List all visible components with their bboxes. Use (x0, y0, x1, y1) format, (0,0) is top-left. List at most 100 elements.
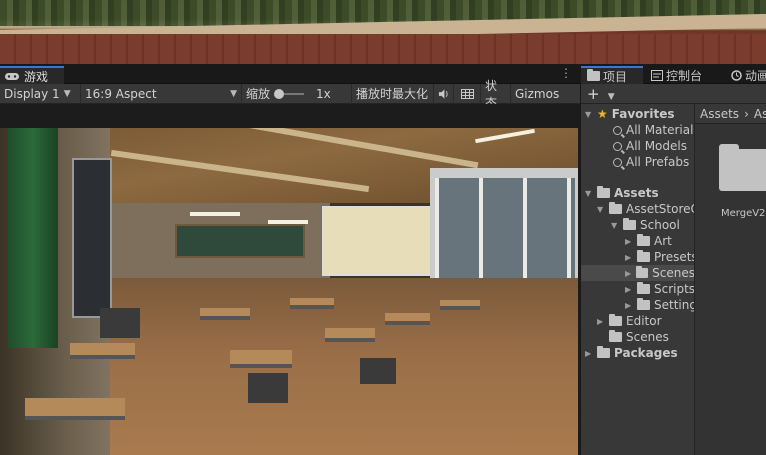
scale-slider[interactable] (274, 88, 305, 99)
tree-folder[interactable]: ▶ Art (625, 233, 672, 249)
render-chalkboard (175, 224, 305, 258)
expand-arrow-icon[interactable]: ▼ (597, 205, 605, 214)
scene-view-preview[interactable] (0, 0, 766, 64)
render-curtain (8, 128, 58, 348)
expand-arrow-icon[interactable]: ▶ (597, 317, 605, 326)
render-desk (385, 313, 430, 325)
tab-console[interactable]: 控制台 (651, 66, 729, 84)
chevron-down-icon: ▼ (63, 88, 71, 99)
folder-icon (609, 330, 622, 342)
expand-arrow-icon[interactable]: ▶ (625, 269, 632, 278)
tree-folder[interactable]: ▶ Scripts (625, 281, 695, 297)
plus-icon: + (587, 84, 600, 103)
tree-folder[interactable]: ▶ Presets (625, 249, 695, 265)
tree-assets-root[interactable]: ▼ Assets (585, 185, 659, 201)
packages-label: Packages (614, 346, 678, 360)
expand-arrow-icon[interactable]: ▼ (585, 110, 593, 119)
favorite-item-label: All Material (626, 123, 694, 137)
tab-animation[interactable]: 动画 (731, 66, 766, 84)
gizmos-label: Gizmos (515, 86, 560, 101)
expand-arrow-icon[interactable]: ▶ (625, 301, 633, 310)
folder-icon (637, 250, 650, 262)
aspect-select-value: 16:9 Aspect (85, 86, 157, 101)
add-asset-button[interactable]: + ▼ (587, 85, 615, 103)
aspect-select[interactable]: 16:9 Aspect ▼ (81, 83, 242, 104)
render-window-left (72, 158, 112, 318)
game-view-render[interactable] (0, 128, 578, 455)
tree-favorite-item[interactable]: All Prefabs (613, 154, 689, 170)
scale-control[interactable]: 缩放 1x (242, 83, 352, 104)
render-desk (325, 328, 375, 342)
render-desk (200, 308, 250, 320)
expand-arrow-icon[interactable]: ▼ (585, 189, 593, 198)
clock-icon (731, 69, 742, 81)
render-desk (230, 350, 292, 368)
display-select-value: Display 1 (4, 86, 60, 101)
scale-value: 1x (316, 86, 331, 101)
render-ceiling-light (268, 220, 308, 224)
game-toolbar: Display 1 ▼ 16:9 Aspect ▼ 缩放 1x 播放时最大化 状… (0, 79, 580, 110)
tab-game-label: 游戏 (24, 69, 49, 84)
tree-folder[interactable]: ▼ School (611, 217, 680, 233)
folder-icon (636, 266, 649, 278)
breadcrumb-item[interactable]: As (754, 107, 766, 121)
stats-button[interactable]: 状态 (481, 79, 511, 110)
expand-arrow-icon[interactable]: ▼ (611, 221, 619, 230)
assets-root-label: Assets (614, 186, 659, 200)
expand-arrow-icon[interactable]: ▶ (625, 253, 633, 262)
kebab-menu-icon[interactable]: ⋮ (560, 66, 572, 80)
folder-icon[interactable] (719, 144, 766, 191)
tab-animation-label: 动画 (745, 68, 766, 83)
star-icon: ★ (597, 107, 608, 121)
expand-arrow-icon[interactable]: ▶ (585, 349, 593, 358)
expand-arrow-icon[interactable]: ▶ (625, 237, 633, 246)
tree-folder-label: Settings (654, 298, 694, 312)
favorite-item-label: All Models (626, 139, 687, 153)
search-icon (613, 141, 622, 151)
tree-folder-label: Scripts (654, 282, 695, 296)
breadcrumb-item[interactable]: Assets (700, 107, 739, 121)
mute-audio-toggle[interactable] (434, 83, 454, 104)
brick-terrain (0, 34, 766, 64)
favorite-item-label: All Prefabs (626, 155, 690, 169)
render-window-middle (322, 206, 432, 276)
scale-label: 缩放 (246, 87, 271, 101)
tree-folder-selected[interactable]: ▶ Scenes (581, 265, 694, 281)
tree-folder-label: AssetStoreO (626, 202, 695, 216)
tree-folder-label: Editor (626, 314, 662, 328)
gamepad-icon (5, 73, 19, 80)
folder-icon (587, 69, 600, 81)
tree-folder[interactable]: Scenes (597, 329, 669, 345)
tab-game[interactable]: 游戏 (0, 66, 64, 84)
maximize-on-play-label: 播放时最大化 (356, 87, 429, 101)
project-tree: ▼ ★ Favorites All Material All Models Al… (581, 104, 695, 455)
tree-folder[interactable]: ▶ Settings (625, 297, 694, 313)
tree-folder[interactable]: ▼ AssetStoreO (597, 201, 695, 217)
tree-packages-root[interactable]: ▶ Packages (585, 345, 678, 361)
tree-favorites[interactable]: ▼ ★ Favorites (585, 106, 674, 122)
tree-favorite-item[interactable]: All Models (613, 138, 687, 154)
tree-folder-label: Presets (654, 250, 695, 264)
tree-folder-label: Art (654, 234, 672, 248)
render-chair (100, 308, 140, 338)
tree-favorite-item[interactable]: All Material (613, 122, 693, 138)
folder-icon (637, 282, 650, 294)
chevron-down-icon: ▼ (230, 88, 237, 99)
assets-grid-pane: Assets › As MergeV2 (695, 104, 766, 455)
tab-project-label: 项目 (603, 69, 628, 84)
folder-icon (609, 314, 622, 326)
expand-arrow-icon[interactable]: ▶ (625, 285, 633, 294)
maximize-on-play-toggle[interactable]: 播放时最大化 (352, 83, 434, 104)
display-select[interactable]: Display 1 ▼ (0, 83, 81, 104)
folder-icon (637, 234, 650, 246)
chevron-down-icon: ▼ (607, 91, 615, 102)
gizmos-button[interactable]: Gizmos (511, 84, 563, 104)
tree-folder[interactable]: ▶ Editor (597, 313, 662, 329)
render-ceiling-light (190, 212, 240, 216)
tree-folder-label: School (640, 218, 680, 232)
stats-grid-toggle[interactable] (454, 83, 481, 104)
folder-icon (597, 186, 610, 198)
tab-project[interactable]: 项目 (581, 66, 643, 84)
console-icon (651, 69, 663, 81)
folder-icon (597, 346, 610, 358)
